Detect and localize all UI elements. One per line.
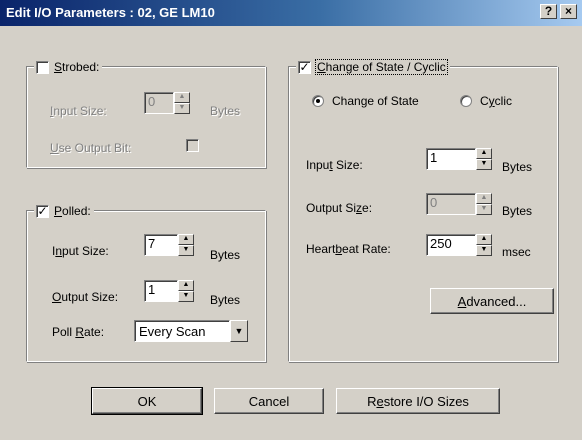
polled-checkbox[interactable]: ✓ [36, 204, 49, 218]
polled-input-size-field[interactable]: 7 [144, 234, 178, 256]
strobed-checkbox[interactable] [36, 60, 49, 74]
spin-up-icon: ▲ [476, 193, 492, 204]
strobed-legend: Strobed: [34, 59, 103, 75]
cancel-button-label: Cancel [248, 393, 290, 409]
spin-up-icon: ▲ [174, 92, 190, 103]
spin-up-icon[interactable]: ▲ [476, 148, 492, 159]
use-output-bit-label: Use Output Bit: [50, 141, 132, 155]
window-title: Edit I/O Parameters : 02, GE LM10 [6, 5, 215, 20]
help-button[interactable]: ? [540, 4, 557, 19]
cos-output-size-label: Output Size: [306, 201, 373, 215]
radio-cyclic-label: Cyclic [480, 94, 513, 108]
ok-button[interactable]: OK [91, 387, 203, 415]
cos-checkbox[interactable]: ✓ [298, 60, 311, 74]
use-output-bit-checkbox[interactable] [186, 139, 199, 152]
restore-io-sizes-button[interactable]: Restore I/O Sizes [336, 388, 500, 414]
cancel-button[interactable]: Cancel [214, 388, 324, 414]
heartbeat-rate-field[interactable]: 250 [426, 234, 476, 256]
close-button[interactable]: × [560, 4, 577, 19]
cos-legend: ✓ Change of State / Cyclic [296, 59, 450, 75]
cos-label: Change of State / Cyclic [315, 59, 448, 75]
chevron-down-icon[interactable]: ▼ [230, 320, 248, 342]
polled-output-size-label: Output Size: [52, 290, 119, 304]
polled-input-size-label: Input Size: [52, 244, 109, 258]
strobed-input-size-spinner[interactable]: 0 ▲ ▼ [144, 92, 190, 114]
strobed-label: Strobed: [54, 60, 100, 74]
cos-output-size-spinner[interactable]: 0 ▲ ▼ [426, 193, 492, 215]
heartbeat-rate-spinner[interactable]: 250 ▲ ▼ [426, 234, 492, 256]
spin-down-icon[interactable]: ▼ [178, 291, 194, 302]
polled-input-bytes-label: Bytes [210, 248, 241, 262]
spin-down-icon: ▼ [174, 103, 190, 114]
advanced-button[interactable]: Advanced... [430, 288, 554, 314]
polled-label: Polled: [54, 204, 91, 218]
spin-down-icon[interactable]: ▼ [476, 159, 492, 170]
polled-output-size-field[interactable]: 1 [144, 280, 178, 302]
cos-output-bytes-label: Bytes [502, 204, 533, 218]
cos-input-size-spinner[interactable]: 1 ▲ ▼ [426, 148, 492, 170]
title-bar: Edit I/O Parameters : 02, GE LM10 ? × [0, 0, 582, 26]
cos-input-size-label: Input Size: [306, 158, 363, 172]
polled-output-size-spinner[interactable]: 1 ▲ ▼ [144, 280, 194, 302]
polled-output-bytes-label: Bytes [210, 293, 241, 307]
strobed-input-size-label: Input Size: [50, 104, 107, 118]
radio-change-of-state-icon[interactable] [312, 95, 324, 107]
radio-cyclic[interactable]: Cyclic [460, 94, 512, 108]
polled-legend: ✓ Polled: [34, 203, 94, 219]
poll-rate-value: Every Scan [134, 320, 230, 342]
radio-cyclic-icon[interactable] [460, 95, 472, 107]
radio-change-of-state[interactable]: Change of State [312, 94, 419, 108]
strobed-input-size-field: 0 [144, 92, 174, 114]
spin-down-icon: ▼ [476, 204, 492, 215]
spin-down-icon[interactable]: ▼ [476, 245, 492, 256]
restore-io-sizes-label: Restore I/O Sizes [367, 393, 469, 409]
polled-input-size-spinner[interactable]: 7 ▲ ▼ [144, 234, 194, 256]
spin-up-icon[interactable]: ▲ [178, 280, 194, 291]
spin-up-icon[interactable]: ▲ [178, 234, 194, 245]
poll-rate-label: Poll Rate: [52, 325, 105, 339]
ok-button-label: OK [137, 393, 157, 409]
spin-down-icon[interactable]: ▼ [178, 245, 194, 256]
cos-input-size-field[interactable]: 1 [426, 148, 476, 170]
heartbeat-unit-label: msec [502, 245, 531, 259]
radio-change-of-state-label: Change of State [332, 94, 419, 108]
heartbeat-rate-label: Heartbeat Rate: [306, 242, 391, 256]
cos-output-size-field: 0 [426, 193, 476, 215]
poll-rate-select[interactable]: Every Scan ▼ [134, 320, 248, 342]
spin-up-icon[interactable]: ▲ [476, 234, 492, 245]
cos-input-bytes-label: Bytes [502, 160, 533, 174]
strobed-bytes-label: Bytes [210, 104, 241, 118]
advanced-button-label: Advanced... [457, 293, 527, 309]
